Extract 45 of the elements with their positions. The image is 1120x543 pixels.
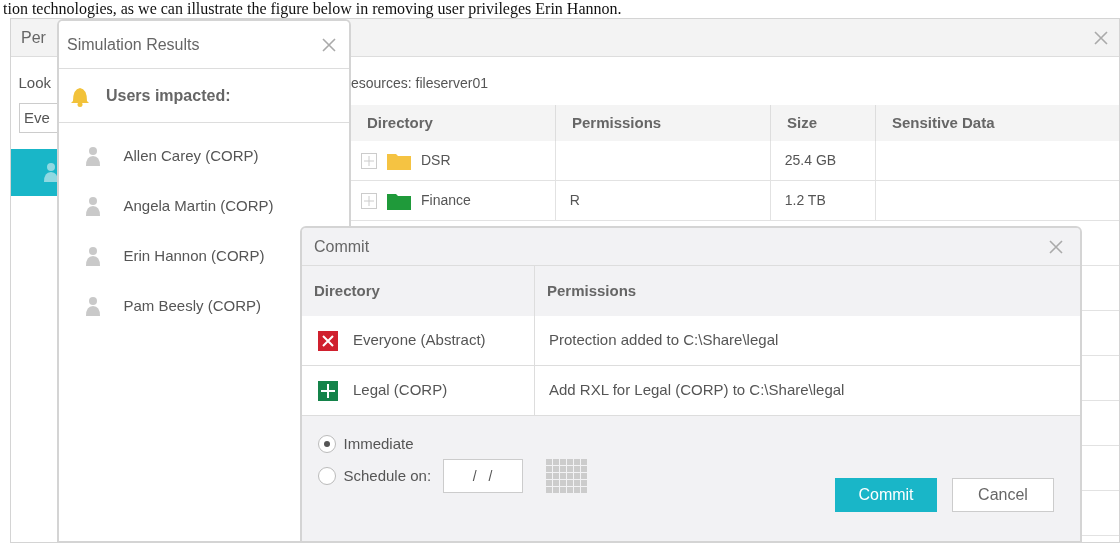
table-cell-text: Protection added to C:\Share\legal	[549, 330, 779, 351]
cancel-button[interactable]: Cancel	[952, 478, 1054, 512]
table-cell-text: R	[568, 191, 580, 210]
column-header: Sensitive Data	[876, 105, 1119, 141]
radio-button[interactable]	[318, 467, 336, 485]
table-cell-text: DSR	[421, 151, 451, 170]
radio-label: Schedule on:	[343, 465, 432, 486]
resources-label: esources: fileserver01	[351, 74, 489, 93]
remove-icon	[318, 330, 338, 351]
radio-label: Immediate	[343, 433, 414, 454]
user-name: Angela Martin (CORP)	[123, 195, 274, 216]
field-label: Look	[17, 73, 53, 93]
user-name: Pam Beesly (CORP)	[123, 295, 262, 316]
column-header: Permissions	[556, 105, 771, 141]
person-icon	[85, 246, 101, 266]
user-name: Erin Hannon (CORP)	[123, 245, 265, 266]
lookup-field[interactable]: Eve	[19, 102, 59, 133]
section-heading: Users impacted:	[106, 85, 231, 106]
table-cell-text: Legal (CORP)	[353, 380, 448, 401]
person-icon	[85, 296, 101, 316]
person-icon	[85, 146, 101, 166]
dialog-title: Commit	[314, 236, 370, 257]
column-header: Permissions	[546, 280, 638, 301]
date-field[interactable]: / /	[442, 459, 523, 493]
table-cell-text: 25.4 GB	[783, 151, 837, 170]
close-icon[interactable]	[1093, 29, 1109, 46]
expand-icon[interactable]	[361, 192, 377, 209]
dialog-title: Simulation Results	[67, 34, 200, 55]
window-title: Per	[21, 27, 46, 48]
calendar-icon[interactable]	[546, 458, 589, 494]
add-icon	[318, 380, 338, 401]
user-name: Allen Carey (CORP)	[123, 145, 259, 166]
close-icon[interactable]	[321, 36, 337, 53]
person-icon	[85, 196, 101, 216]
table-cell-text: Finance	[421, 191, 471, 210]
radio-button[interactable]	[318, 435, 336, 453]
table-cell-text: 1.2 TB	[783, 191, 826, 210]
sidebar-item[interactable]	[11, 148, 59, 196]
column-header: Size	[771, 105, 876, 141]
person-icon	[43, 162, 59, 182]
table-cell-text: Everyone (Abstract)	[353, 330, 486, 351]
caption-text: tion technologies, as we can illustrate the figure below in removing user privileges Erin Hannon.	[2, 0, 623, 18]
table-cell-text: Add RXL for Legal (CORP) to C:\Share\legal	[549, 380, 845, 401]
expand-icon[interactable]	[361, 152, 377, 169]
close-icon[interactable]	[1048, 238, 1064, 255]
